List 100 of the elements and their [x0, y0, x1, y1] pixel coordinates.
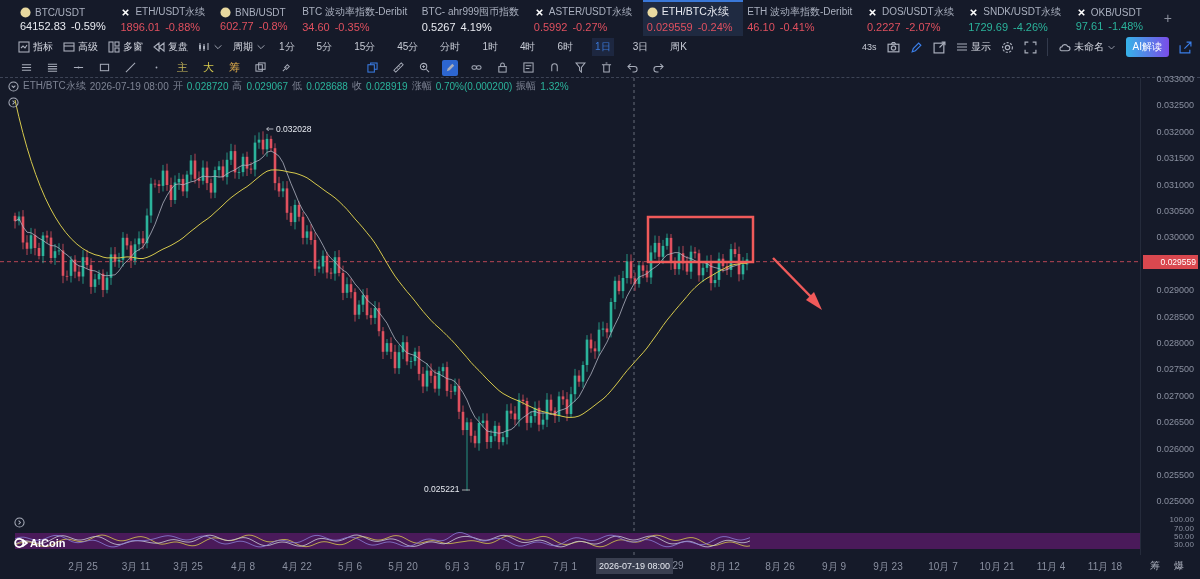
- time-axis-label: 10月 7: [928, 560, 958, 574]
- time-axis-label: 3月 25: [173, 560, 203, 574]
- interval-tab[interactable]: 6时: [554, 38, 577, 56]
- share-icon[interactable]: [1179, 40, 1192, 54]
- arrow-icon: [266, 125, 274, 133]
- symbol-tab[interactable]: ETH 波动率指数-Deribit 46.10 -0.41%: [743, 0, 863, 36]
- ruler-tool-button[interactable]: [390, 59, 406, 76]
- price-axis-label: 0.025000: [1156, 496, 1194, 507]
- interval-tab[interactable]: 15分: [351, 38, 379, 56]
- ohlc-value: 0.028919: [365, 80, 408, 92]
- symbol-tab[interactable]: ETH/USDT永续 1896.01 -0.88%: [116, 0, 217, 36]
- grid-icon: [108, 41, 120, 53]
- price-axis-label: 0.027000: [1156, 390, 1194, 401]
- interval-tab[interactable]: 1日: [592, 38, 614, 56]
- copy-tool-button[interactable]: [364, 59, 380, 76]
- ohlc-value: 1.32%: [540, 80, 569, 92]
- collapse-icon[interactable]: [8, 80, 19, 92]
- cross-icon: [968, 6, 980, 18]
- oscillator-axis-label: 50.00: [1173, 533, 1194, 541]
- layers-icon: [254, 62, 266, 73]
- copy-icon: [366, 62, 378, 73]
- add-tab-button[interactable]: +: [1163, 0, 1172, 36]
- indicator-icon: [18, 41, 30, 53]
- symbol-tab[interactable]: BNB/USDT 602.77 -0.8%: [216, 0, 299, 36]
- fullscreen-icon[interactable]: [1023, 40, 1037, 54]
- interval-tab[interactable]: 分时: [437, 38, 464, 56]
- symbol-tab[interactable]: ETH/BTC永续 0.029559 -0.24%: [642, 0, 744, 36]
- high-price-label: 0.032028: [276, 124, 312, 134]
- pencil-icon: [444, 62, 456, 73]
- interval-tab[interactable]: 周K: [667, 38, 690, 56]
- interval-tab[interactable]: 4时: [516, 38, 539, 56]
- toolbar-menu-button[interactable]: 多窗: [108, 40, 143, 54]
- menu-icon: [955, 41, 968, 53]
- ohlc-label: 涨幅: [411, 79, 432, 93]
- cross-icon: [866, 6, 878, 18]
- price-axis-label: 0.028000: [1156, 338, 1194, 348]
- period-dropdown[interactable]: 周期: [233, 40, 266, 54]
- symbol-tab[interactable]: BTC 波动率指数-Deribit 34.60 -0.35%: [298, 0, 418, 36]
- symbol-tab[interactable]: SNDK/USDT永续 1729.69 -4.26%: [964, 0, 1072, 36]
- display-button[interactable]: 显示: [955, 40, 991, 54]
- rewind-icon: [153, 41, 165, 53]
- leader-line: [461, 489, 471, 491]
- redo-icon: [652, 62, 664, 73]
- layout-dropdown[interactable]: 未命名: [1057, 40, 1116, 54]
- pen-icon[interactable]: [909, 40, 923, 54]
- time-axis-label: 11月 18: [1087, 560, 1123, 574]
- interval-tab[interactable]: 5分: [313, 38, 336, 56]
- expand-icon[interactable]: [8, 97, 19, 108]
- footer-button[interactable]: 爆: [1174, 559, 1184, 573]
- coin-icon: [646, 6, 658, 18]
- pencil-tool-button[interactable]: [442, 59, 458, 76]
- ruler-icon: [392, 62, 404, 73]
- toolbar-menu-button[interactable]: 复盘: [153, 40, 188, 54]
- camera-icon[interactable]: [886, 40, 900, 54]
- indicator-toggle[interactable]: 筹: [226, 59, 242, 76]
- footer-button[interactable]: 筹: [1150, 559, 1160, 573]
- caret-icon: [256, 42, 266, 52]
- chart-type-dropdown[interactable]: [198, 41, 223, 53]
- ohlc-value: 0.70%(0.000200): [435, 80, 513, 92]
- expand-icon[interactable]: [14, 517, 25, 528]
- ohlc-label: 振幅: [516, 79, 537, 93]
- price-axis-label: 0.030000: [1156, 232, 1194, 243]
- coin-icon: [20, 6, 31, 18]
- indicator-toggle[interactable]: 大: [200, 59, 216, 76]
- indicator-toggle[interactable]: 主: [174, 59, 190, 76]
- trash-icon: [600, 62, 612, 73]
- caret-icon: [213, 42, 223, 52]
- symbol-tab[interactable]: BTC- ahr999囤币指数 0.5267 4.19%: [417, 0, 530, 36]
- symbol-tab[interactable]: ASTER/USDT永续 0.5992 -0.27%: [529, 0, 643, 36]
- bar-time: 2026-07-19 08:00: [89, 80, 169, 92]
- time-axis-label: 29: [672, 560, 684, 571]
- symbol-tab[interactable]: BTC/USDT 64152.83 -0.59%: [16, 0, 117, 36]
- interval-tab[interactable]: 45分: [394, 38, 422, 56]
- ohlc-value: 0.028720: [186, 80, 229, 92]
- settings-icon[interactable]: [1000, 40, 1014, 54]
- ai-button[interactable]: AI解读: [1125, 37, 1169, 57]
- countdown-timer: 43s: [862, 42, 877, 52]
- share-icon[interactable]: [932, 40, 946, 54]
- ohlc-label: 收: [351, 79, 362, 93]
- lock-icon: [496, 62, 508, 73]
- crosshair-time-label: 2026-07-19 08:00: [596, 558, 674, 574]
- price-axis-label: 0.026000: [1156, 443, 1194, 454]
- interval-tab[interactable]: 1分: [276, 38, 298, 56]
- toolbar-menu-button[interactable]: 高级: [63, 40, 98, 54]
- interval-tab[interactable]: 1时: [479, 38, 501, 56]
- time-axis-label: 4月 8: [231, 560, 255, 574]
- ohlc-value: 0.029067: [246, 80, 289, 92]
- symbol-label: ETH/BTC永续: [23, 79, 86, 93]
- toolbar-menu-button[interactable]: 指标: [18, 40, 53, 54]
- chain-link-icon: [470, 62, 482, 73]
- interval-tab[interactable]: 3日: [629, 38, 652, 56]
- time-axis-label: 9月 9: [822, 560, 846, 574]
- filter-tool-button[interactable]: [572, 59, 588, 76]
- time-axis-label: 10月 21: [979, 560, 1015, 574]
- symbol-tab[interactable]: OKB/USDT 97.61 -1.48%: [1071, 0, 1154, 36]
- ohlc-value: 0.028688: [306, 80, 348, 92]
- price-axis-label: 0.028500: [1156, 311, 1194, 322]
- rectangle-icon: [98, 62, 110, 73]
- symbol-tab[interactable]: DOS/USDT永续 0.2227 -2.07%: [862, 0, 965, 36]
- save-tool-button[interactable]: [520, 59, 536, 76]
